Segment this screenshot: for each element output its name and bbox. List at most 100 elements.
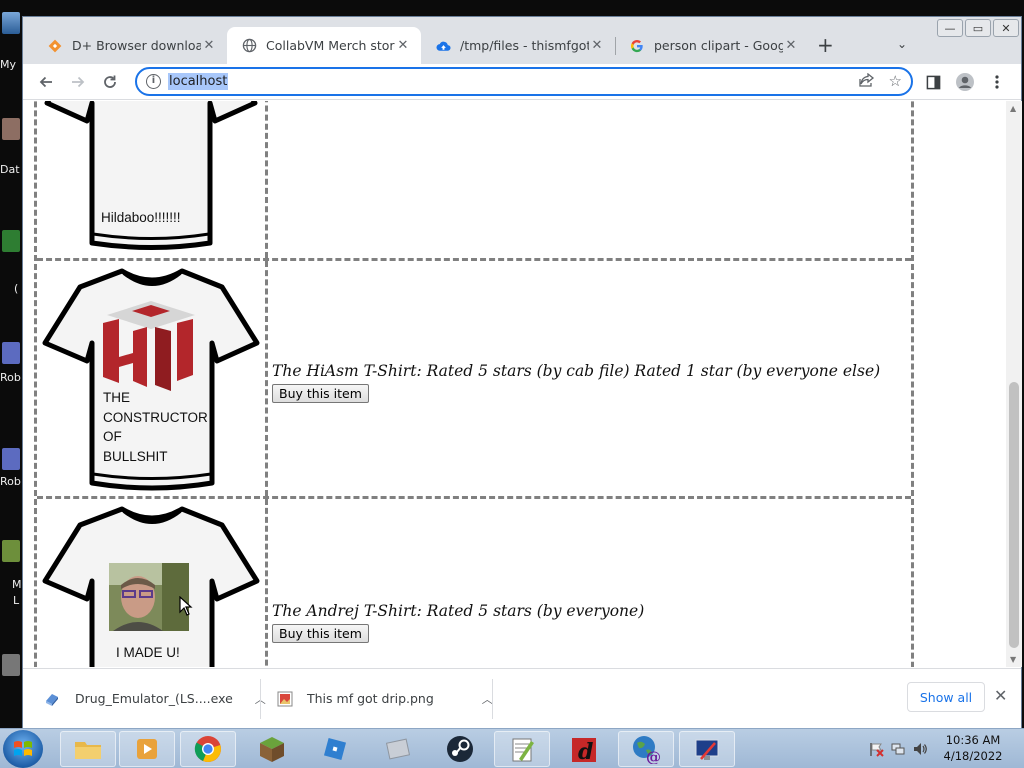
show-all-downloads-button[interactable]: Show all — [907, 682, 985, 712]
scrollbar-thumb[interactable] — [1009, 382, 1019, 648]
product-row: I MADE U! The Andrej T-Shirt: Rated 5 st… — [37, 499, 911, 667]
desktop-icon-robot-2[interactable] — [2, 448, 20, 470]
taskbar-minecraft[interactable] — [244, 731, 300, 767]
mouse-cursor-icon — [179, 596, 193, 616]
forward-button[interactable] — [67, 71, 89, 93]
menu-button[interactable] — [986, 71, 1008, 93]
shirt-text-line: THE — [103, 390, 130, 405]
minimize-button[interactable]: — — [937, 19, 963, 37]
desktop-icon-robot[interactable] — [2, 342, 20, 364]
taskbar: d @ 10:36 AM 4/18/2022 — [0, 728, 1024, 768]
taskbar-app-gray[interactable] — [370, 731, 426, 767]
bookmark-star-icon[interactable]: ☆ — [889, 72, 902, 90]
scroll-down-icon[interactable]: ▼ — [1010, 655, 1016, 664]
address-bar[interactable]: i localhost ☆ — [135, 67, 913, 96]
start-button[interactable] — [3, 730, 43, 768]
side-panel-button[interactable] — [922, 71, 944, 93]
product-table: Hildaboo!!!!!!! THE CONSTRUCTOR OF BULLS… — [34, 101, 914, 667]
reload-button[interactable] — [99, 71, 121, 93]
tab-tmp-files[interactable]: /tmp/files - thismfgotdr ✕ — [421, 27, 615, 64]
windows-logo-icon — [14, 741, 32, 756]
maximize-button[interactable]: ▭ — [965, 19, 991, 37]
diamond-favicon-icon — [47, 38, 63, 54]
arrow-right-icon — [72, 76, 85, 88]
page-viewport: Hildaboo!!!!!!! THE CONSTRUCTOR OF BULLS… — [23, 101, 1005, 667]
desktop-label: Rob — [0, 371, 21, 384]
profile-button[interactable] — [954, 71, 976, 93]
close-tab-icon[interactable]: ✕ — [589, 38, 605, 53]
product-image-cell: THE CONSTRUCTOR OF BULLSHIT — [37, 261, 268, 496]
product-info: The Andrej T-Shirt: Rated 5 stars (by ev… — [268, 499, 911, 667]
scroll-up-icon[interactable]: ▲ — [1010, 104, 1016, 113]
tab-title: D+ Browser download | — [72, 38, 201, 53]
reload-icon — [104, 75, 116, 88]
download-filename: Drug_Emulator_(LS....exe — [75, 691, 233, 706]
close-window-button[interactable]: ✕ — [993, 19, 1019, 37]
desktop-icon-minecraft[interactable] — [2, 540, 20, 562]
close-tab-icon[interactable]: ✕ — [395, 38, 411, 53]
product-image-cell: Hildaboo!!!!!!! — [37, 101, 268, 258]
page-scrollbar[interactable]: ▲ ▼ — [1006, 101, 1022, 667]
taskbar-steam[interactable] — [432, 731, 488, 767]
roblox-icon — [323, 737, 347, 761]
tab-collabvm-merch[interactable]: CollabVM Merch store ✕ — [227, 27, 421, 64]
browser-toolbar: i localhost ☆ — [23, 64, 1021, 100]
shirt-print-text: Hildaboo!!!!!!! — [101, 210, 181, 225]
taskbar-clock[interactable]: 10:36 AM 4/18/2022 — [942, 732, 1004, 764]
executable-file-icon — [46, 693, 58, 706]
tab-google-search[interactable]: person clipart - Google ✕ — [615, 27, 809, 64]
tab-strip: — ▭ ✕ D+ Browser download | ✕ CollabVM M… — [23, 17, 1021, 64]
product-info: The HiAsm T-Shirt: Rated 5 stars (by cab… — [268, 261, 911, 496]
taskbar-d-app[interactable]: d — [556, 731, 612, 767]
chrome-icon — [194, 736, 221, 762]
download-item[interactable]: Drug_Emulator_(LS....exe ︿ — [43, 669, 266, 728]
download-separator — [492, 679, 493, 719]
desktop-icon-app[interactable] — [2, 230, 20, 252]
steam-icon — [447, 736, 473, 762]
speaker-volume-icon[interactable] — [912, 741, 928, 757]
d-letter-icon: d — [572, 738, 596, 764]
close-tab-icon[interactable]: ✕ — [783, 38, 799, 53]
google-favicon-icon — [629, 38, 645, 54]
close-downloads-bar-icon[interactable]: ✕ — [994, 686, 1007, 705]
close-tab-icon[interactable]: ✕ — [201, 38, 217, 53]
tab-search-button[interactable]: ⌄ — [897, 37, 907, 51]
desktop-label: My — [0, 58, 17, 71]
clock-date: 4/18/2022 — [943, 749, 1003, 763]
taskbar-chrome[interactable] — [180, 731, 236, 767]
download-item[interactable]: This mf got drip.png ︿ — [277, 669, 493, 728]
browser-window: — ▭ ✕ D+ Browser download | ✕ CollabVM M… — [22, 16, 1022, 728]
taskbar-roblox[interactable] — [307, 731, 363, 767]
shirt-text-line: CONSTRUCTOR — [103, 409, 208, 425]
new-tab-button[interactable]: + — [817, 35, 834, 55]
url-text[interactable]: localhost — [168, 73, 229, 90]
taskbar-notepadpp[interactable] — [494, 731, 550, 767]
profile-avatar-icon — [956, 73, 974, 91]
tshirt-image — [42, 506, 260, 667]
downloads-bar: Drug_Emulator_(LS....exe ︿ This mf got d… — [23, 668, 1021, 728]
tab-dplus-browser[interactable]: D+ Browser download | ✕ — [33, 27, 227, 64]
buy-item-button[interactable]: Buy this item — [272, 623, 369, 643]
globe-favicon-icon — [241, 38, 257, 54]
share-icon[interactable] — [859, 72, 875, 91]
tab-title: person clipart - Google — [654, 38, 783, 53]
desktop-icon-computer[interactable] — [2, 12, 20, 34]
desktop-icon-misc[interactable] — [2, 654, 20, 676]
buy-item-button[interactable]: Buy this item — [272, 384, 369, 403]
image-file-icon — [277, 691, 293, 706]
flag-alert-icon[interactable] — [868, 741, 884, 757]
svg-text:@: @ — [646, 748, 661, 764]
desktop-label: Rob — [0, 475, 21, 488]
back-button[interactable] — [35, 71, 57, 93]
taskbar-media-player[interactable] — [119, 731, 175, 767]
shirt-print-text: I MADE U! — [116, 645, 180, 660]
site-info-icon[interactable]: i — [146, 74, 161, 89]
product-title: The Andrej T-Shirt: Rated 5 stars (by ev… — [272, 601, 645, 620]
shirt-print-text: THE CONSTRUCTOR OF BULLSHIT — [103, 388, 208, 466]
product-image-cell: I MADE U! — [37, 499, 268, 667]
taskbar-devtool[interactable] — [679, 731, 735, 767]
taskbar-explorer[interactable] — [60, 731, 116, 767]
desktop-icon-data[interactable] — [2, 118, 20, 140]
network-icon[interactable] — [890, 741, 906, 757]
taskbar-globe-app[interactable]: @ — [618, 731, 674, 767]
